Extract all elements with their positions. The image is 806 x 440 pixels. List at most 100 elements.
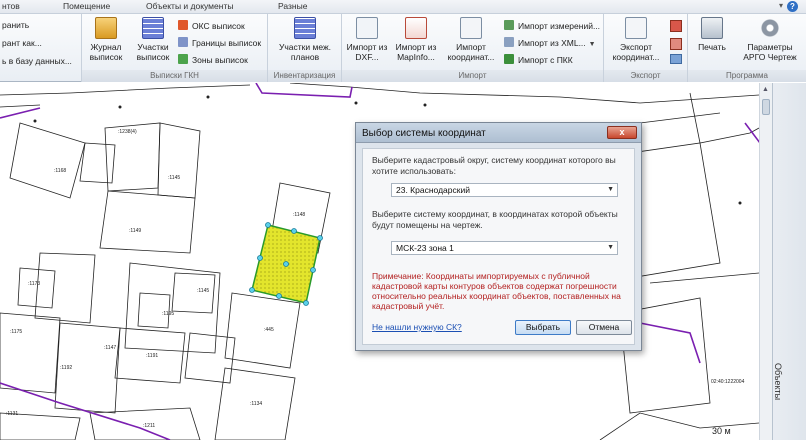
- printer-icon: [701, 17, 723, 39]
- parcels-extracts-button[interactable]: Участки выписок: [132, 17, 174, 62]
- ribbon-group-import: Импорт из DXF... Импорт из MapInfo... Им…: [342, 14, 604, 82]
- measurements-icon: [504, 20, 514, 30]
- survey-plan-parcels-label: Участки меж. планов: [278, 42, 332, 62]
- oks-icon: [178, 20, 188, 30]
- parcel-label: :1131: [6, 411, 19, 417]
- export-coordinates-button[interactable]: Экспорт координат...: [608, 17, 664, 62]
- import-dxf-label: Импорт из DXF...: [346, 42, 388, 62]
- journal-button[interactable]: Журнал выписок: [86, 17, 126, 62]
- import-pkk-button[interactable]: Импорт с ПКК: [504, 54, 573, 65]
- vertical-scrollbar[interactable]: ▲: [759, 83, 772, 440]
- borders-label: Границы выписок: [192, 38, 262, 48]
- journal-label: Журнал выписок: [89, 42, 123, 62]
- zones-icon: [178, 54, 188, 64]
- objects-side-panel[interactable]: Объекты: [772, 83, 806, 440]
- parcel-label: :1195: [162, 311, 175, 317]
- import-dxf-button[interactable]: Импорт из DXF...: [346, 17, 388, 62]
- parcel-label: :1211: [143, 423, 156, 429]
- group-label-import: Импорт: [342, 70, 603, 82]
- help-icon[interactable]: ?: [787, 1, 798, 12]
- parcel-label: :1173: [28, 281, 41, 287]
- save-to-db-button[interactable]: ь в базу данных...: [2, 56, 72, 66]
- parcel-label: :1168: [54, 168, 67, 174]
- dialog-titlebar[interactable]: Выбор системы координат x: [356, 123, 641, 143]
- mapinfo-file-icon: [405, 17, 427, 39]
- import-measurements-label: Импорт измерений...: [518, 21, 601, 31]
- print-label: Печать: [698, 42, 726, 52]
- group-label-inventory: Инвентаризация: [268, 70, 341, 82]
- borders-icon: [178, 37, 188, 47]
- cs-prompt: Выберите систему координат, в координата…: [372, 209, 618, 230]
- accuracy-note: Примечание: Координаты импортируемых с п…: [372, 271, 621, 311]
- parcel-label: :1149: [129, 228, 142, 234]
- ribbon-group-inventory: Участки меж. планов Инвентаризация: [268, 14, 342, 82]
- save-button[interactable]: ранить: [2, 20, 29, 30]
- district-select[interactable]: 23. Краснодарский ▼: [391, 183, 618, 197]
- parcel-label: :1134: [250, 401, 263, 407]
- oks-label: ОКС выписок: [192, 21, 245, 31]
- dxf-file-icon: [356, 17, 378, 39]
- dialog-title: Выбор системы координат: [362, 128, 486, 139]
- parcel-label: :1192: [60, 365, 73, 371]
- close-button[interactable]: x: [607, 126, 637, 139]
- parcel-label: :1238(4): [118, 129, 137, 135]
- txt-file-icon: [460, 17, 482, 39]
- coordinate-system-select[interactable]: МСК-23 зона 1 ▼: [391, 241, 618, 255]
- objects-panel-tab[interactable]: Объекты: [773, 363, 783, 400]
- parcel-label: :1175: [10, 329, 23, 335]
- dialog-body: Выберите кадастровый округ, систему коор…: [362, 148, 635, 345]
- parcel-label: :1145: [168, 175, 181, 181]
- coordinate-system-dialog: Выбор системы координат x Выберите кадас…: [355, 122, 642, 351]
- tab-objects-documents[interactable]: Объекты и документы: [146, 1, 233, 11]
- save-as-button[interactable]: рант как...: [2, 38, 42, 48]
- chevron-down-icon[interactable]: ▾: [779, 1, 783, 10]
- cancel-button[interactable]: Отмена: [576, 320, 632, 335]
- tab-misc[interactable]: Разные: [278, 1, 307, 11]
- chevron-down-icon[interactable]: ▼: [607, 184, 614, 196]
- group-label-gkn: Выписки ГКН: [82, 70, 267, 82]
- zones-label: Зоны выписок: [192, 55, 248, 65]
- print-button[interactable]: Печать: [692, 17, 732, 52]
- import-xml-button[interactable]: Импорт из XML... ▼: [504, 37, 596, 48]
- ribbon-group-export: Экспорт координат... Экспорт: [604, 14, 688, 82]
- chevron-down-icon[interactable]: ▼: [607, 242, 614, 254]
- tab-0[interactable]: нтов: [2, 1, 20, 11]
- tab-premises[interactable]: Помещение: [63, 1, 110, 11]
- import-mapinfo-label: Импорт из MapInfo...: [395, 42, 437, 62]
- parcel-label: :1191: [146, 353, 159, 359]
- scrollbar-thumb[interactable]: [762, 99, 770, 115]
- parameters-label: Параметры АРГО Чертеж: [743, 42, 797, 62]
- ribbon-group-gkn: Журнал выписок Участки выписок ОКС выпис…: [82, 14, 268, 82]
- xml-icon: [504, 37, 514, 47]
- pkk-icon: [504, 54, 514, 64]
- grid-icon: [142, 17, 164, 39]
- select-button[interactable]: Выбрать: [515, 320, 571, 335]
- scroll-up-icon[interactable]: ▲: [762, 86, 769, 93]
- ribbon-group-program: Печать Параметры АРГО Чертеж Программа: [688, 14, 806, 82]
- export-pdf-icon[interactable]: [670, 20, 682, 32]
- parcel-label: :1145: [197, 288, 210, 294]
- parcels-extracts-label: Участки выписок: [136, 42, 170, 62]
- journal-icon: [95, 17, 117, 39]
- zones-extracts-button[interactable]: Зоны выписок: [178, 54, 248, 65]
- import-mapinfo-button[interactable]: Импорт из MapInfo...: [392, 17, 440, 62]
- export-image-icon[interactable]: [670, 54, 682, 64]
- grid-icon: [294, 17, 316, 39]
- oks-extracts-button[interactable]: ОКС выписок: [178, 20, 245, 31]
- parcel-label: :1148: [293, 212, 306, 218]
- parameters-button[interactable]: Параметры АРГО Чертеж: [738, 17, 802, 62]
- import-coordinates-button[interactable]: Импорт координат...: [446, 17, 496, 62]
- scale-bar-label: 30 м: [712, 426, 731, 436]
- export-doc-icon[interactable]: [670, 38, 682, 50]
- coordinate-system-value: МСК-23 зона 1: [396, 243, 454, 253]
- group-label-export: Экспорт: [604, 70, 687, 82]
- survey-plan-parcels-button[interactable]: Участки меж. планов: [276, 17, 334, 62]
- import-coordinates-label: Импорт координат...: [447, 42, 495, 62]
- chevron-down-icon[interactable]: ▼: [589, 41, 596, 48]
- ribbon: ранить рант как... ь в базу данных... Жу…: [0, 14, 806, 82]
- borders-extracts-button[interactable]: Границы выписок: [178, 37, 261, 48]
- not-found-cs-link[interactable]: Не нашли нужную СК?: [372, 322, 462, 332]
- import-measurements-button[interactable]: Импорт измерений...: [504, 20, 600, 31]
- parcel-label: :445: [264, 327, 274, 333]
- parcel-label: :1147: [104, 345, 117, 351]
